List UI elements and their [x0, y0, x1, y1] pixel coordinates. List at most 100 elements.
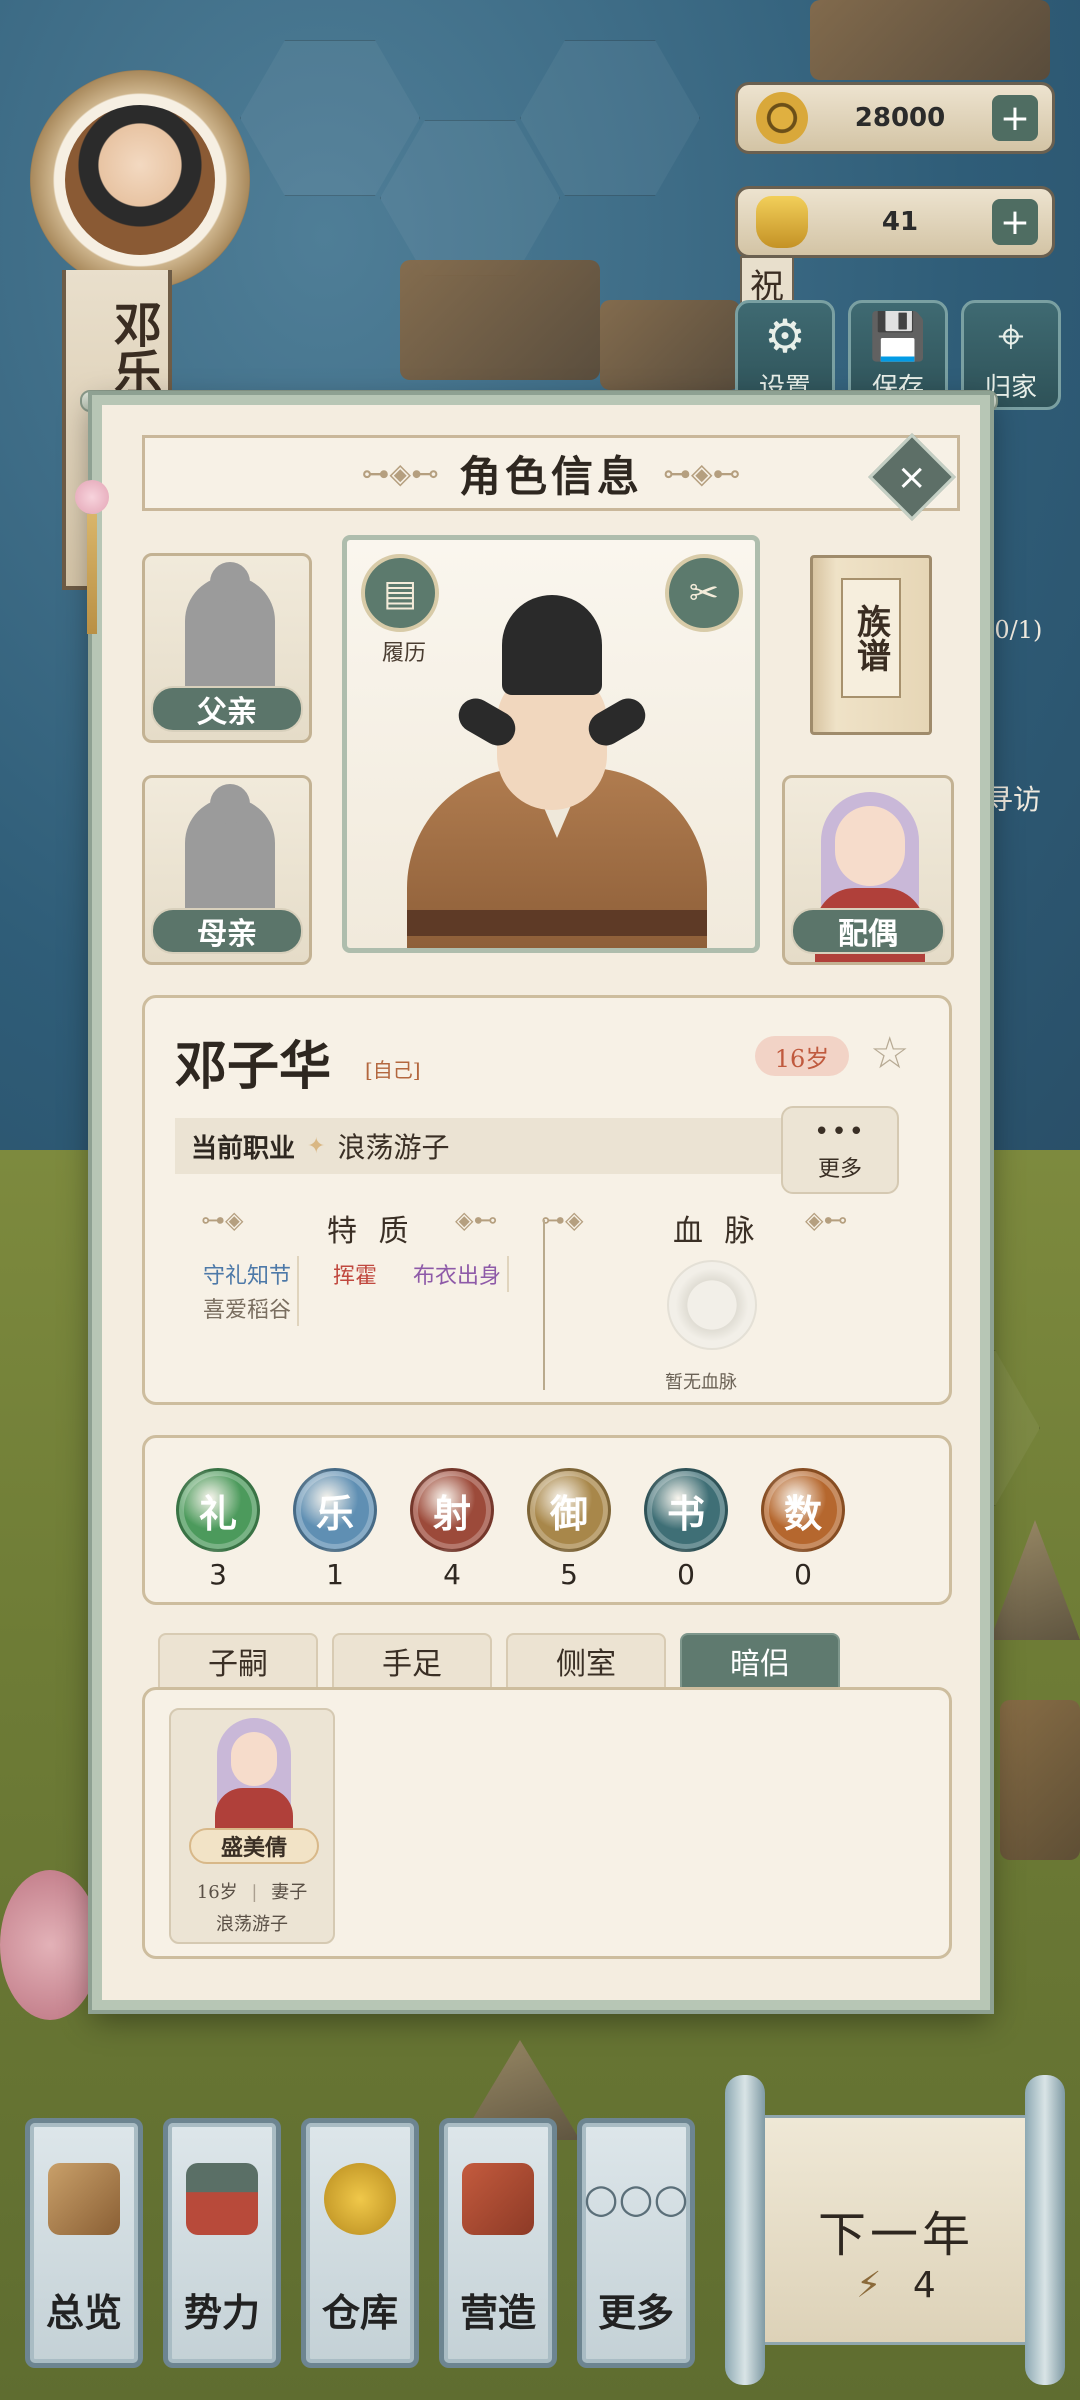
nav-faction-button[interactable]: 势力 — [163, 2118, 281, 2368]
portrait-belt — [407, 910, 707, 936]
add-coins-button[interactable]: + — [992, 95, 1038, 141]
member-occupation: 浪荡游子 — [216, 1914, 288, 1935]
scissors-comb-icon: ✂ — [688, 572, 720, 614]
tab-concubines[interactable]: 侧室 — [506, 1633, 666, 1687]
side-visit-label[interactable]: 寻访 — [985, 778, 1041, 818]
member-name: 盛美倩 — [189, 1828, 319, 1864]
nav-warehouse-label: 仓库 — [321, 2290, 398, 2335]
nav-more-button[interactable]: ○○○ 更多 — [577, 2118, 695, 2368]
nav-overview-label: 总览 — [45, 2290, 122, 2335]
appearance-button[interactable]: ✂ — [665, 554, 743, 632]
traits-ornament: ⊶◈ — [201, 1206, 244, 1234]
stat-emblem-icon: 数 — [761, 1468, 845, 1552]
scroll-roll-right — [1025, 2075, 1065, 2385]
nav-overview-button[interactable]: 总览 — [25, 2118, 143, 2368]
nav-warehouse-button[interactable]: 仓库 — [301, 2118, 419, 2368]
title-ornament-left: ⊶◈⊷ — [361, 456, 439, 490]
trait-tag[interactable]: 挥霍 — [327, 1256, 383, 1292]
money-bag-icon — [324, 2163, 396, 2235]
father-label: 父亲 — [151, 686, 303, 732]
farm-fields — [810, 0, 1050, 80]
more-actions-label: 更多 — [817, 1157, 862, 1182]
spouse-card[interactable]: 配偶 — [782, 775, 954, 965]
player-avatar[interactable] — [30, 70, 250, 290]
member-meta: 16岁 | 妻子 — [196, 1882, 308, 1903]
title-ornament-right: ⊶◈⊷ — [663, 456, 741, 490]
stat-value: 4 — [443, 1558, 461, 1591]
nav-more-label: 更多 — [597, 2290, 674, 2335]
relations-list: 盛美倩 16岁 | 妻子 浪荡游子 — [142, 1687, 952, 1959]
lightning-icon: ⚡ — [856, 2265, 882, 2306]
mother-label: 母亲 — [151, 908, 303, 954]
genealogy-book-button[interactable]: 族谱 — [810, 555, 932, 735]
father-card[interactable]: 父亲 — [142, 553, 312, 743]
age-badge: 16岁 — [755, 1036, 849, 1076]
stat-item[interactable]: 书0 — [641, 1468, 731, 1591]
bloodline-title: 血 脉 — [673, 1214, 761, 1249]
traits-ornament: ◈⊷ — [455, 1206, 498, 1234]
gold-counter: 41 + — [735, 186, 1055, 258]
tassel-ornament — [75, 410, 109, 670]
coin-counter: 28000 + — [735, 82, 1055, 154]
trait-tag[interactable]: 布衣出身 — [407, 1256, 510, 1292]
tab-children[interactable]: 子嗣 — [158, 1633, 318, 1687]
map-pin-icon: ⌖ — [998, 309, 1024, 363]
occupation-value: 浪荡游子 — [337, 1131, 450, 1164]
six-arts-stats: 礼3乐1射4御5书0数0 — [142, 1435, 952, 1605]
occupation-key: 当前职业 — [191, 1133, 296, 1164]
stat-item[interactable]: 御5 — [524, 1468, 614, 1591]
more-actions-button[interactable]: ••• 更多 — [781, 1106, 899, 1194]
coin-value: 28000 — [854, 103, 946, 133]
next-year-button[interactable]: 下一年 ⚡ 4 — [725, 2075, 1065, 2385]
portrait-hat — [502, 595, 602, 695]
gold-ingot-icon — [756, 196, 808, 248]
stat-item[interactable]: 礼3 — [173, 1468, 263, 1591]
stat-value: 5 — [560, 1558, 578, 1591]
resume-button[interactable]: ▤ — [361, 554, 439, 632]
energy-value: 4 — [912, 2265, 936, 2306]
character-info-panel: 邓子华 [自己] 16岁 ☆ 当前职业 ✦ 浪荡游子 ••• 更多 ⊶◈ 特 质… — [142, 995, 952, 1405]
trait-tag[interactable]: 喜爱稻谷 — [197, 1290, 300, 1326]
close-button[interactable]: × — [868, 433, 956, 521]
stat-value: 0 — [677, 1558, 695, 1591]
close-icon: × — [896, 456, 928, 498]
stat-item[interactable]: 乐1 — [290, 1468, 380, 1591]
coin-icon — [756, 92, 808, 144]
avatar-portrait — [65, 105, 215, 255]
more-icon: ○○○ — [583, 2176, 689, 2222]
stat-emblem-icon: 礼 — [176, 1468, 260, 1552]
character-name: 邓子华 — [175, 1036, 332, 1097]
tab-secret-partners[interactable]: 暗侣 — [680, 1633, 840, 1687]
member-card[interactable]: 盛美倩 16岁 | 妻子 浪荡游子 — [169, 1708, 335, 1944]
save-icon: 💾 — [869, 309, 927, 363]
pavilion-icon — [186, 2163, 258, 2235]
trait-tag[interactable]: 守礼知节 — [197, 1256, 300, 1292]
stat-emblem-icon: 御 — [527, 1468, 611, 1552]
member-relation: 妻子 — [271, 1882, 308, 1903]
bloodline-ornament: ⊶◈ — [541, 1206, 584, 1234]
more-dots-icon: ••• — [813, 1117, 866, 1147]
add-gold-button[interactable]: + — [992, 199, 1038, 245]
character-portrait: ▤ 履历 ✂ — [342, 535, 760, 953]
stat-item[interactable]: 数0 — [758, 1468, 848, 1591]
mother-card[interactable]: 母亲 — [142, 775, 312, 965]
stat-value: 3 — [209, 1558, 227, 1591]
traits-title: 特 质 — [327, 1214, 415, 1249]
resume-label: 履历 — [382, 641, 427, 666]
nav-faction-label: 势力 — [183, 2290, 260, 2335]
dialog-header: ⊶◈⊷ 角色信息 ⊶◈⊷ × — [142, 433, 960, 521]
brush-scroll-icon — [48, 2163, 120, 2235]
favorite-star-icon[interactable]: ☆ — [870, 1028, 909, 1079]
gear-icon: ⚙ — [764, 309, 806, 363]
member-portrait — [211, 1718, 297, 1828]
stat-item[interactable]: 射4 — [407, 1468, 497, 1591]
character-info-dialog: ⊶◈⊷ 角色信息 ⊶◈⊷ × 父亲 母亲 ▤ 履历 ✂ 族谱 配偶 邓子华 [自… — [92, 395, 990, 2010]
nav-construction-button[interactable]: 营造 — [439, 2118, 557, 2368]
stat-value: 0 — [794, 1558, 812, 1591]
tab-siblings[interactable]: 手足 — [332, 1633, 492, 1687]
gold-value: 41 — [881, 207, 919, 237]
village-buildings — [600, 300, 740, 390]
diamond-icon: ✦ — [307, 1133, 326, 1159]
stat-emblem-icon: 射 — [410, 1468, 494, 1552]
nav-construction-label: 营造 — [459, 2290, 536, 2335]
